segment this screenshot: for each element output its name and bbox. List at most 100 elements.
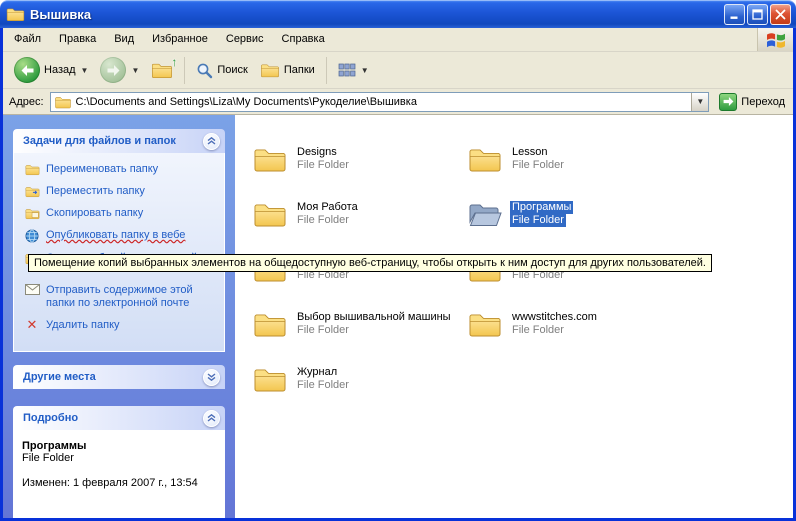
forward-button[interactable]: ▼ bbox=[95, 55, 144, 85]
menu-help[interactable]: Справка bbox=[273, 28, 334, 51]
folder-tile-selected[interactable]: Программы File Folder bbox=[468, 186, 573, 241]
window-body: Файл Правка Вид Избранное Сервис Справка bbox=[0, 28, 796, 521]
go-button[interactable]: Переход bbox=[715, 93, 789, 111]
back-button[interactable]: Назад ▼ bbox=[9, 55, 93, 85]
views-button[interactable]: ▼ bbox=[333, 60, 374, 80]
address-dropdown-button[interactable]: ▼ bbox=[691, 93, 708, 111]
menu-tools[interactable]: Сервис bbox=[217, 28, 273, 51]
folder-tile[interactable]: wwwstitches.com File Folder bbox=[468, 296, 599, 351]
file-tasks-body: Переименовать папку Переместить папку bbox=[13, 153, 225, 352]
folder-type: File Folder bbox=[510, 159, 566, 172]
folder-icon bbox=[253, 310, 287, 338]
folder-tile[interactable]: Выбор вышивальной машины File Folder bbox=[253, 296, 453, 351]
folder-icon bbox=[468, 145, 502, 173]
back-icon bbox=[14, 57, 40, 83]
toolbar-separator bbox=[326, 57, 327, 84]
task-publish-folder-web[interactable]: Опубликовать папку в вебе bbox=[24, 229, 220, 243]
window-folder-icon bbox=[6, 6, 25, 22]
details-modified: Изменен: 1 февраля 2007 г., 13:54 bbox=[22, 477, 216, 489]
explorer-window: Вышивка Файл Правка Вид Избранное Сервис… bbox=[0, 0, 796, 521]
go-label: Переход bbox=[741, 96, 785, 108]
windows-flag-icon bbox=[766, 31, 786, 49]
chevron-down-icon bbox=[207, 373, 216, 381]
expand-button[interactable] bbox=[203, 369, 220, 386]
details-header[interactable]: Подробно bbox=[13, 406, 225, 430]
copy-folder-icon bbox=[24, 207, 40, 220]
toolbar-separator bbox=[184, 57, 185, 84]
folder-tile[interactable]: Журнал File Folder bbox=[253, 351, 351, 406]
folder-type: File Folder bbox=[510, 214, 566, 227]
back-label: Назад bbox=[44, 64, 76, 76]
folder-icon bbox=[253, 145, 287, 173]
folder-tile[interactable]: Designs File Folder bbox=[253, 131, 351, 186]
chevron-up-icon bbox=[207, 137, 216, 145]
details-title: Подробно bbox=[23, 412, 78, 424]
address-path: C:\Documents and Settings\Liza\My Docume… bbox=[76, 96, 688, 108]
folder-name: Выбор вышивальной машины bbox=[295, 311, 453, 324]
windows-logo bbox=[757, 28, 793, 51]
menu-file[interactable]: Файл bbox=[5, 28, 50, 51]
other-places-title: Другие места bbox=[23, 371, 96, 383]
file-tasks-panel: Задачи для файлов и папок Переименовать … bbox=[13, 129, 225, 352]
task-delete-folder[interactable]: ✕ Удалить папку bbox=[24, 319, 220, 332]
main-area: Задачи для файлов и папок Переименовать … bbox=[3, 115, 793, 518]
details-panel: Подробно Программы File Folder Изменен: … bbox=[13, 406, 225, 518]
email-icon bbox=[24, 284, 40, 295]
window-title: Вышивка bbox=[30, 7, 724, 22]
close-button[interactable] bbox=[770, 4, 791, 25]
menu-favorites[interactable]: Избранное bbox=[143, 28, 217, 51]
folder-icon bbox=[253, 365, 287, 393]
close-icon bbox=[775, 9, 786, 20]
menu-edit[interactable]: Правка bbox=[50, 28, 105, 51]
task-pane: Задачи для файлов и папок Переименовать … bbox=[3, 115, 235, 518]
address-folder-icon bbox=[54, 95, 72, 109]
task-spacer bbox=[24, 274, 220, 284]
folder-type: File Folder bbox=[295, 324, 351, 337]
folders-icon bbox=[260, 62, 280, 78]
folders-label: Папки bbox=[284, 64, 315, 76]
globe-icon bbox=[24, 229, 40, 243]
folder-content[interactable]: Designs File Folder Lesson File Folder bbox=[235, 115, 793, 518]
maximize-icon bbox=[752, 9, 763, 20]
folder-tile[interactable]: Lesson File Folder bbox=[468, 131, 566, 186]
address-bar: Адрес: C:\Documents and Settings\Liza\My… bbox=[3, 89, 793, 115]
menu-view[interactable]: Вид bbox=[105, 28, 143, 51]
folder-name: wwwstitches.com bbox=[510, 311, 599, 324]
folder-tile[interactable]: Моя Работа File Folder bbox=[253, 186, 360, 241]
title-bar[interactable]: Вышивка bbox=[0, 0, 796, 28]
file-tasks-title: Задачи для файлов и папок bbox=[23, 135, 176, 147]
folders-button[interactable]: Папки bbox=[255, 60, 320, 80]
up-button[interactable]: ↑ bbox=[146, 59, 178, 81]
search-label: Поиск bbox=[217, 64, 247, 76]
collapse-button[interactable] bbox=[203, 410, 220, 427]
search-button[interactable]: Поиск bbox=[191, 60, 252, 81]
minimize-button[interactable] bbox=[724, 4, 745, 25]
views-icon bbox=[338, 62, 356, 78]
other-places-header[interactable]: Другие места bbox=[13, 365, 225, 389]
go-icon bbox=[719, 93, 737, 111]
folder-name: Lesson bbox=[510, 146, 549, 159]
folder-icon bbox=[468, 310, 502, 338]
other-places-panel: Другие места bbox=[13, 365, 225, 389]
folder-name: Программы bbox=[510, 201, 573, 214]
task-move-folder[interactable]: Переместить папку bbox=[24, 185, 220, 198]
open-folder-selected-icon bbox=[468, 200, 502, 228]
address-input[interactable]: C:\Documents and Settings\Liza\My Docume… bbox=[50, 92, 710, 112]
task-rename-folder[interactable]: Переименовать папку bbox=[24, 163, 220, 176]
chevron-up-icon bbox=[207, 414, 216, 422]
task-copy-folder[interactable]: Скопировать папку bbox=[24, 207, 220, 220]
folder-icon bbox=[253, 200, 287, 228]
details-file-name: Программы bbox=[22, 440, 216, 452]
back-dropdown-icon: ▼ bbox=[81, 66, 89, 75]
address-label: Адрес: bbox=[9, 96, 44, 108]
folder-type: File Folder bbox=[295, 214, 351, 227]
folder-name: Designs bbox=[295, 146, 339, 159]
maximize-button[interactable] bbox=[747, 4, 768, 25]
views-dropdown-icon: ▼ bbox=[361, 66, 369, 75]
folder-type: File Folder bbox=[295, 379, 351, 392]
task-email-folder[interactable]: Отправить содержимое этой папки по элект… bbox=[24, 284, 220, 310]
forward-icon bbox=[100, 57, 126, 83]
file-tasks-header[interactable]: Задачи для файлов и папок bbox=[13, 129, 225, 153]
collapse-button[interactable] bbox=[203, 133, 220, 150]
details-body: Программы File Folder Изменен: 1 февраля… bbox=[13, 430, 225, 518]
